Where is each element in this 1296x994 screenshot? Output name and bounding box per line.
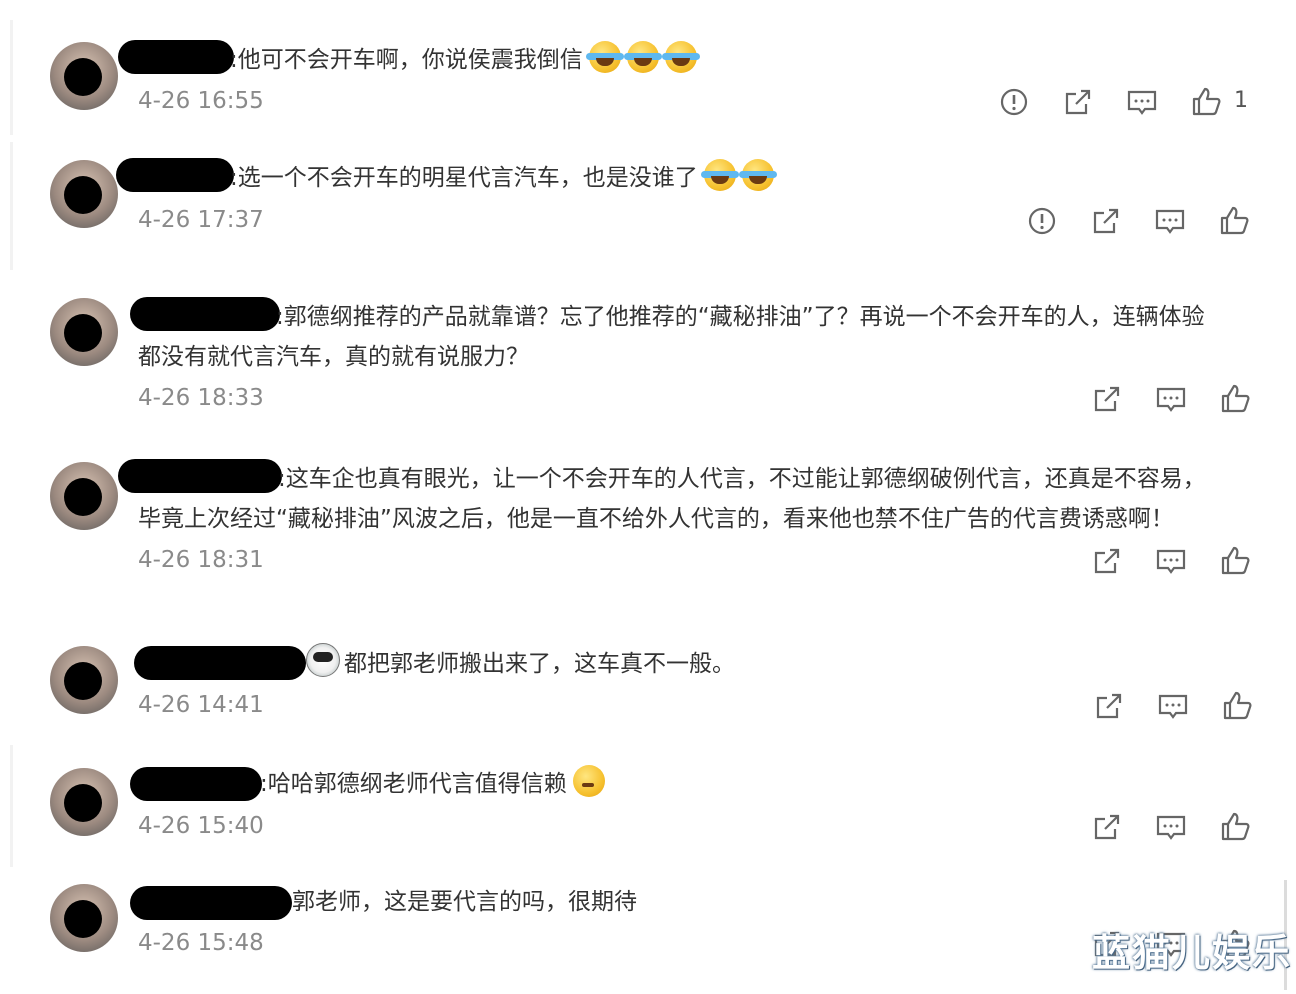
comment-icon[interactable] [1153,809,1189,845]
avatar[interactable] [50,768,118,836]
laugh-cry-emoji-icon [700,159,739,191]
share-icon[interactable] [1089,543,1125,579]
comment-text: :选一个不会开车的明星代言汽车，也是没谁了 [230,158,777,198]
comment-time: 4-26 16:55 [138,88,264,114]
avatar[interactable] [50,462,118,530]
laugh-cry-emoji-icon [585,41,624,73]
comment-text-content: :选一个不会开车的明星代言汽车，也是没谁了 [230,165,698,191]
panda-emoji-icon [306,643,340,677]
comment-icon[interactable] [1153,381,1189,417]
comment-icon[interactable] [1152,203,1188,239]
laugh-cry-emoji-icon [623,41,662,73]
divider [10,745,13,867]
avatar[interactable] [50,646,118,714]
comment-text-content: :郭德纲推荐的产品就靠谱？忘了他推荐的“藏秘排油”了？再说一个不会开车的人，连辆… [276,304,1205,330]
username-redacted[interactable] [118,459,282,493]
comment-actions [1089,809,1259,849]
avatar[interactable] [50,42,118,110]
comment-actions [1091,688,1261,728]
like-icon[interactable] [1219,688,1255,724]
comment-text-content: :哈哈郭德纲老师代言值得信赖 [260,771,567,797]
comment-text-line2: 毕竟上次经过“藏秘排油”风波之后，他是一直不给外人代言的，看来他也禁不住广告的代… [138,499,1174,539]
divider [10,142,13,270]
report-icon[interactable] [996,84,1032,120]
comment-text: :郭德纲推荐的产品就靠谱？忘了他推荐的“藏秘排油”了？再说一个不会开车的人，连辆… [276,297,1205,337]
comment-actions [1089,543,1259,583]
comment-text-content: :他可不会开车啊，你说侯震我倒信 [230,47,583,73]
comment-icon[interactable] [1153,543,1189,579]
laugh-cry-emoji-icon [661,41,700,73]
like-icon[interactable] [1217,381,1253,417]
comment-time: 4-26 14:41 [138,692,264,718]
comment-actions [1024,203,1254,243]
comment-time: 4-26 15:48 [138,930,264,956]
share-icon[interactable] [1060,84,1096,120]
username-redacted[interactable] [130,767,262,801]
avatar[interactable] [50,160,118,228]
avatar[interactable] [50,298,118,366]
like-icon[interactable] [1217,543,1253,579]
comment-text: 都把郭老师搬出来了，这车真不一般。 [306,643,735,684]
share-icon[interactable] [1088,203,1124,239]
comment-text: :哈哈郭德纲老师代言值得信赖 [260,764,605,804]
like-icon[interactable] [1216,203,1252,239]
comment-text-content: 都把郭老师搬出来了，这车真不一般。 [344,651,735,677]
divider [10,20,13,135]
comment-time: 4-26 18:33 [138,385,264,411]
comment-text: 郭老师，这是要代言的吗，很期待 [292,882,637,922]
username-redacted[interactable] [118,40,234,74]
thinking-emoji-icon [572,765,605,797]
comment-text-line2: 都没有就代言汽车，真的就有说服力？ [138,337,529,377]
avatar[interactable] [50,884,118,952]
comment-actions: 1 [996,84,1256,124]
comment-text-content: 郭老师，这是要代言的吗，很期待 [292,889,637,915]
share-icon[interactable] [1091,688,1127,724]
comment-actions [1089,381,1259,421]
comment-time: 4-26 18:31 [138,547,264,573]
comment-time: 4-26 17:37 [138,207,264,233]
comment-text-content: 毕竟上次经过“藏秘排油”风波之后，他是一直不给外人代言的，看来他也禁不住广告的代… [138,506,1174,532]
comment-text: :他可不会开车啊，你说侯震我倒信 [230,40,700,80]
comment-icon[interactable] [1124,84,1160,120]
like-icon[interactable] [1188,84,1224,120]
comment-text-content: 都没有就代言汽车，真的就有说服力？ [138,344,529,370]
comment-icon[interactable] [1155,688,1191,724]
watermark: 蓝猫儿娱乐 [1092,931,1293,975]
like-count: 1 [1234,88,1248,113]
report-icon[interactable] [1024,203,1060,239]
like-icon[interactable] [1217,809,1253,845]
username-redacted[interactable] [134,646,306,680]
comment-text: :这车企也真有眼光，让一个不会开车的人代言，不过能让郭德纲破例代言，还真是不容易… [278,459,1206,499]
username-redacted[interactable] [116,158,234,192]
username-redacted[interactable] [130,297,280,331]
share-icon[interactable] [1089,381,1125,417]
laugh-cry-emoji-icon [738,159,777,191]
comment-time: 4-26 15:40 [138,813,264,839]
share-icon[interactable] [1089,809,1125,845]
username-redacted[interactable] [130,886,292,920]
comment-text-content: :这车企也真有眼光，让一个不会开车的人代言，不过能让郭德纲破例代言，还真是不容易… [278,466,1206,492]
